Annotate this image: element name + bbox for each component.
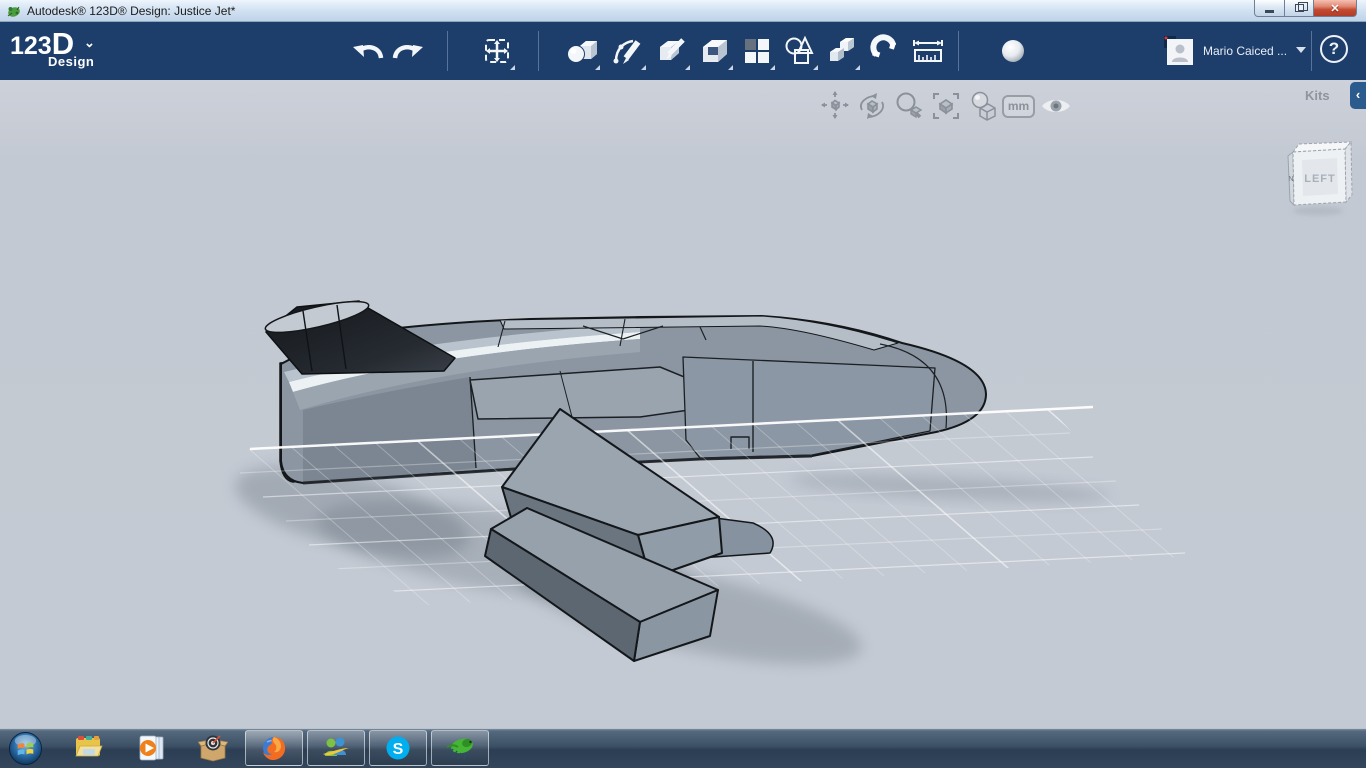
construct-tool-button[interactable] <box>653 32 691 70</box>
taskbar-button-123d-design[interactable] <box>431 730 489 766</box>
dropdown-caret-icon[interactable] <box>770 65 775 70</box>
measure-icon <box>913 40 943 62</box>
kits-panel-label: Kits <box>1305 88 1330 103</box>
taskbar-button-firefox[interactable] <box>245 730 303 766</box>
model-scene: LEFT N <box>235 140 1353 665</box>
app-menu-caret-icon[interactable]: ⌄ <box>84 35 95 51</box>
3d-viewport[interactable]: LEFT N mm Kits ‹ <box>0 80 1366 728</box>
minimize-icon <box>1265 9 1274 13</box>
toolbar-separator <box>1311 31 1312 71</box>
taskbar-button-messenger[interactable] <box>307 730 365 766</box>
pan-icon[interactable] <box>819 90 851 122</box>
redo-icon <box>392 44 423 59</box>
zoom-icon[interactable] <box>893 90 925 122</box>
sketch-icon <box>613 39 641 64</box>
dropdown-caret-icon[interactable] <box>728 65 733 70</box>
windows-media-player-icon[interactable] <box>136 734 166 762</box>
combine-tool-button[interactable] <box>781 32 819 70</box>
toolbar-separator <box>538 31 539 71</box>
combine-icon <box>785 35 814 64</box>
taskbar-edge <box>0 728 1366 729</box>
primitives-icon <box>567 41 597 63</box>
modify-icon <box>703 40 727 62</box>
snap-icon <box>870 34 897 58</box>
dropdown-caret-icon[interactable] <box>641 65 646 70</box>
screen: { "window": { "title": "Autodesk® 123D® … <box>0 0 1366 768</box>
measure-tool-button[interactable] <box>909 32 947 70</box>
windows-explorer-icon[interactable] <box>73 734 103 762</box>
toolbar-separator <box>447 31 448 71</box>
modify-tool-button[interactable] <box>696 32 734 70</box>
material-tool-button[interactable] <box>994 32 1032 70</box>
help-icon: ? <box>1328 39 1340 58</box>
undo-button[interactable] <box>349 32 387 70</box>
avatar-icon <box>1164 36 1193 65</box>
skype-icon: S <box>386 736 410 760</box>
toolbar-separator <box>958 31 959 71</box>
close-icon: ✕ <box>1330 2 1340 15</box>
firefox-icon <box>263 737 286 760</box>
pattern-tool-button[interactable] <box>738 32 776 70</box>
taskbar-button-skype[interactable]: S <box>369 730 427 766</box>
dropdown-caret-icon[interactable] <box>685 65 690 70</box>
main-toolbar: 123D ⌄ Design Mario Caiced ... ? <box>0 22 1366 80</box>
help-button[interactable]: ? <box>1320 35 1348 63</box>
window-title: Autodesk® 123D® Design: Justice Jet* <box>27 4 236 18</box>
units-label: mm <box>1007 99 1030 113</box>
visibility-eye-icon[interactable] <box>1040 90 1072 122</box>
boxed-app-icon[interactable] <box>198 734 228 762</box>
transform-icon <box>485 39 509 63</box>
primitives-tool-button[interactable] <box>563 32 601 70</box>
window-titlebar[interactable]: Autodesk® 123D® Design: Justice Jet* ✕ <box>0 0 1366 22</box>
svg-text:S: S <box>393 741 404 758</box>
snap-tool-button[interactable] <box>866 32 904 70</box>
user-menu-caret-icon[interactable] <box>1296 47 1306 53</box>
group-tool-button[interactable] <box>823 32 861 70</box>
group-icon <box>830 38 854 61</box>
pattern-icon <box>745 39 769 63</box>
view-cube-edge-label[interactable]: N <box>1288 176 1293 183</box>
view-cube-face-label[interactable]: LEFT <box>1304 173 1336 185</box>
restore-button[interactable] <box>1285 0 1314 17</box>
dropdown-caret-icon[interactable] <box>595 65 600 70</box>
chevron-left-icon: ‹ <box>1355 87 1361 102</box>
start-button[interactable] <box>8 731 43 766</box>
material-sphere-icon <box>1002 40 1024 62</box>
undo-icon <box>353 44 384 59</box>
kits-panel-collapse-button[interactable]: ‹ <box>1350 82 1366 109</box>
redo-button[interactable] <box>389 32 427 70</box>
material-browser-icon[interactable] <box>968 90 1000 122</box>
construct-icon <box>660 38 685 60</box>
messenger-icon <box>323 737 349 756</box>
user-name[interactable]: Mario Caiced ... <box>1203 44 1297 58</box>
app-logo-subtext: Design <box>48 54 95 69</box>
zoom-extents-icon[interactable] <box>930 90 962 122</box>
units-button[interactable]: mm <box>1002 95 1035 118</box>
sketch-tool-button[interactable] <box>609 32 647 70</box>
view-cube[interactable]: LEFT N <box>1287 140 1353 216</box>
windows-taskbar: S ES <box>0 728 1366 768</box>
restore-icon <box>1294 2 1308 12</box>
transform-tool-button[interactable] <box>478 32 516 70</box>
view-cube-shadow <box>1293 206 1343 216</box>
user-avatar[interactable] <box>1164 36 1194 66</box>
orbit-icon[interactable] <box>856 90 888 122</box>
123d-design-icon <box>446 738 473 760</box>
dropdown-caret-icon[interactable] <box>510 65 515 70</box>
dropdown-caret-icon[interactable] <box>855 65 860 70</box>
minimize-button[interactable] <box>1254 0 1285 17</box>
app-icon <box>7 6 20 17</box>
dropdown-caret-icon[interactable] <box>813 65 818 70</box>
close-button[interactable]: ✕ <box>1314 0 1357 17</box>
